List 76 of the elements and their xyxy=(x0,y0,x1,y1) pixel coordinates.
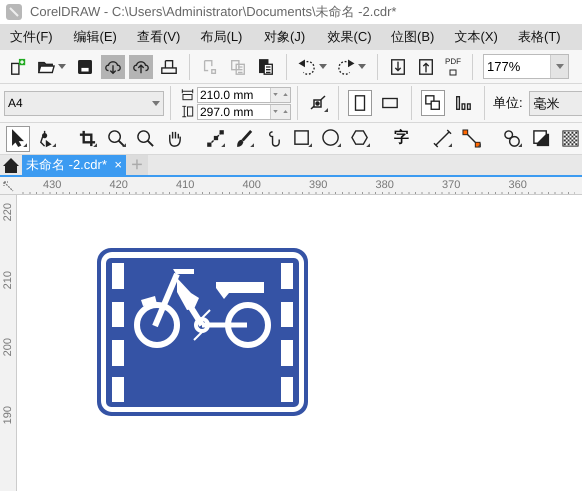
save-icon xyxy=(76,58,94,76)
menu-item[interactable]: 效果(C) xyxy=(322,27,385,47)
ruler-label: 370 xyxy=(442,178,462,193)
menu-item[interactable]: 文件(F) xyxy=(4,27,68,47)
polygon-tool-icon xyxy=(351,129,370,148)
page-size-dropdown[interactable]: A4 xyxy=(4,90,164,116)
spin-up-icon[interactable] xyxy=(282,110,288,113)
print-icon xyxy=(160,58,178,76)
ruler-label: 220 xyxy=(2,203,14,222)
connector-tool-icon xyxy=(462,129,481,148)
brush-icon xyxy=(235,129,254,148)
ruler-label: 420 xyxy=(110,178,129,193)
export-icon xyxy=(417,58,435,76)
menu-item[interactable]: 查看(V) xyxy=(131,27,194,47)
ruler-label: 210 xyxy=(2,270,14,289)
spin-down-icon[interactable] xyxy=(273,110,278,113)
height-dimension-icon xyxy=(181,105,194,118)
origin-icon xyxy=(308,93,328,113)
ruler-origin-icon[interactable] xyxy=(2,180,15,193)
menu-item[interactable]: 文本(X) xyxy=(448,27,512,47)
caret-icon xyxy=(152,100,160,106)
caret-icon xyxy=(319,64,327,69)
page-height-field[interactable]: 297.0 mm xyxy=(197,104,291,120)
ruler-label: 190 xyxy=(2,406,14,424)
stacked-pages-icon xyxy=(424,94,442,112)
pdf-button[interactable]: PDF xyxy=(442,54,464,78)
text-tool-button[interactable]: 字 xyxy=(390,126,414,152)
redo-icon xyxy=(337,58,355,76)
width-dimension-icon xyxy=(181,88,194,101)
zoom-dropdown[interactable]: 177% xyxy=(483,54,569,79)
rectangle-tool-icon xyxy=(293,129,312,148)
page-width-field[interactable]: 210.0 mm xyxy=(197,86,291,102)
cloud-upload-button[interactable] xyxy=(129,54,153,78)
window-title: CorelDRAW - C:\Users\Administrator\Documents\未命名 -2.cdr* xyxy=(30,3,396,22)
shadow-tool-icon xyxy=(532,129,551,148)
unit-dropdown[interactable]: 毫米 xyxy=(528,90,582,116)
ruler-label: 410 xyxy=(176,178,196,193)
zoom-icon xyxy=(107,129,126,148)
portrait-page-button[interactable] xyxy=(348,90,372,116)
menu-item[interactable]: 编辑(E) xyxy=(68,27,131,47)
menu-item[interactable]: 表格(T) xyxy=(512,27,576,47)
home-icon[interactable] xyxy=(2,157,20,174)
document-plus-icon xyxy=(9,58,27,76)
stacked-pages-button[interactable] xyxy=(421,90,445,116)
undo-icon xyxy=(298,58,316,76)
crop-icon xyxy=(78,129,97,148)
menu-item[interactable]: 位图(B) xyxy=(385,27,448,47)
ellipse-tool-icon xyxy=(322,129,341,148)
ruler-label: 380 xyxy=(376,178,395,193)
menu-item[interactable]: 对象(J) xyxy=(258,27,322,47)
ruler-label: 200 xyxy=(2,338,14,356)
clipboard-icon xyxy=(257,58,275,76)
caret-icon xyxy=(358,64,366,69)
spin-up-icon[interactable] xyxy=(282,93,288,96)
bars-icon xyxy=(454,94,472,112)
import-icon xyxy=(389,58,407,76)
pointer-button[interactable] xyxy=(6,126,30,152)
ruler-label: 390 xyxy=(309,178,328,193)
dimension-tool-icon xyxy=(433,129,452,148)
copy-icon xyxy=(229,58,247,76)
blend-tool-icon xyxy=(503,129,522,148)
unit-label: 单位: xyxy=(493,94,523,112)
caret-icon xyxy=(58,64,66,69)
search-icon xyxy=(136,129,155,148)
caret-icon xyxy=(556,64,564,69)
cut-icon xyxy=(201,58,219,76)
ruler-label: 400 xyxy=(242,178,262,193)
small-box-icon xyxy=(449,68,457,76)
shape-tool-icon xyxy=(37,129,56,148)
app-icon xyxy=(6,4,22,20)
cloud-download-button[interactable] xyxy=(101,54,125,78)
menu-item[interactable]: 布局(L) xyxy=(194,27,258,47)
ruler-label: 360 xyxy=(508,178,528,193)
line-tool-icon xyxy=(206,129,225,148)
ruler-label: 430 xyxy=(43,178,62,193)
spin-down-icon[interactable] xyxy=(273,93,278,96)
